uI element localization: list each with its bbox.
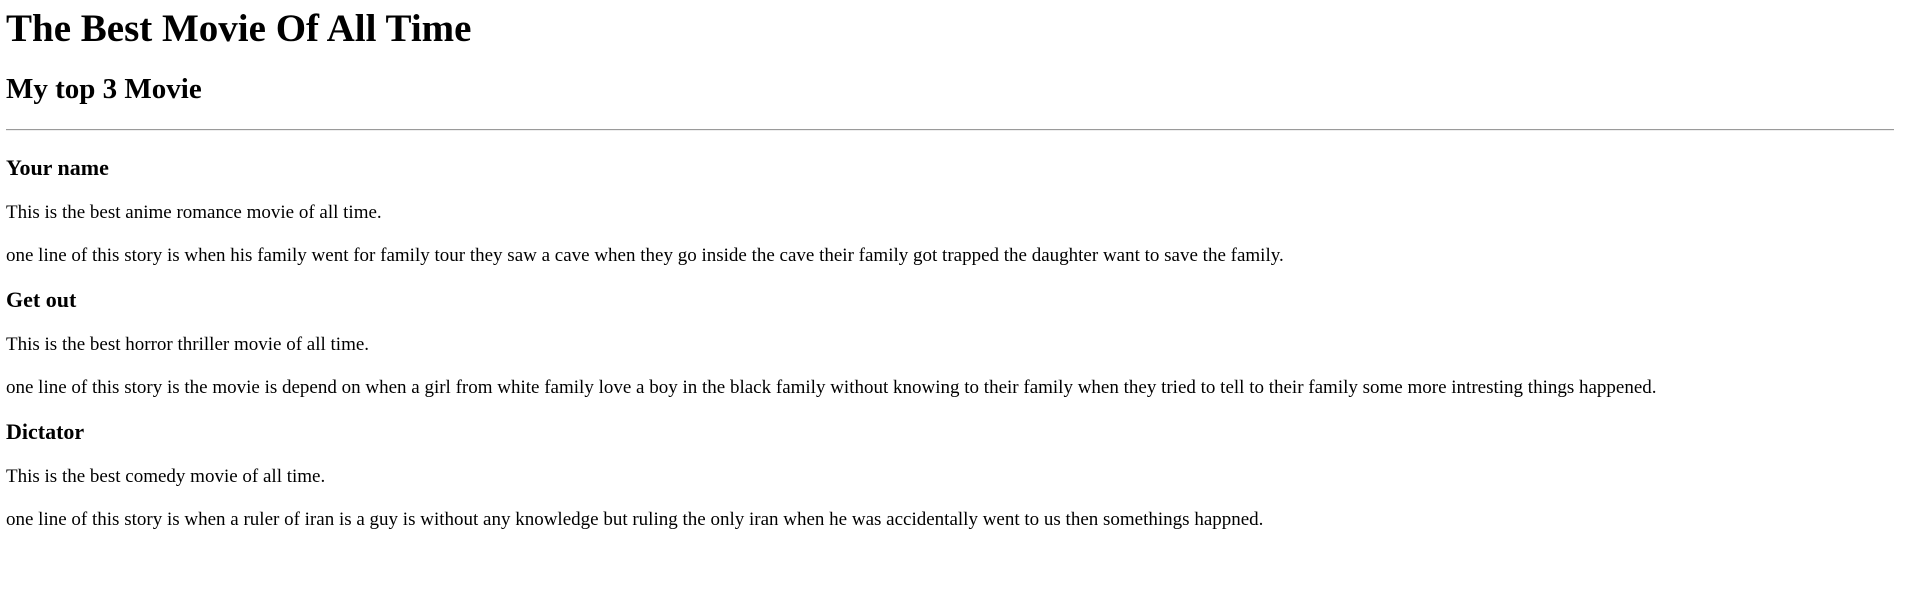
movie-story: one line of this story is when a ruler o… [6,509,1264,530]
movie-section-dictator: Dictator This is the best comedy movie o… [6,419,1899,531]
movie-story: one line of this story is when his famil… [6,245,1284,266]
movie-title: Dictator [6,419,85,444]
page: The Best Movie Of All Time My top 3 Movi… [0,6,1905,531]
movie-title: Get out [6,287,77,312]
movie-genre: This is the best anime romance movie of … [6,202,382,223]
movie-genre: This is the best horror thriller movie o… [6,334,370,355]
movie-story: one line of this story is the movie is d… [6,377,1657,398]
movie-genre: This is the best comedy movie of all tim… [6,466,326,487]
divider [6,129,1894,131]
page-title: The Best Movie Of All Time [6,7,472,50]
movie-title: Your name [6,155,109,180]
movie-section-get-out: Get out This is the best horror thriller… [6,287,1899,399]
page-subtitle: My top 3 Movie [6,73,202,105]
movie-section-your-name: Your name This is the best anime romance… [6,155,1899,267]
